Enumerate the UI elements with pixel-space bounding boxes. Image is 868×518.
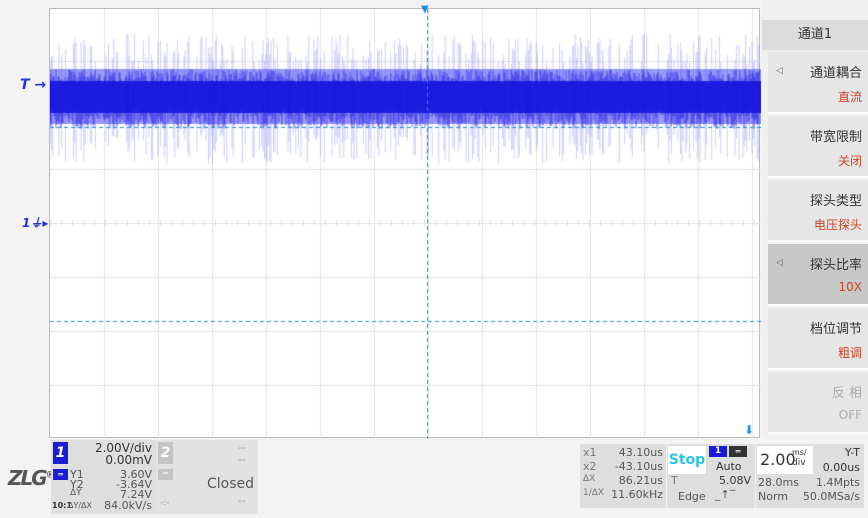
trigger-level-value: 5.08V bbox=[718, 474, 751, 487]
menu-item-3[interactable]: ◁ 探头比率 10X bbox=[768, 244, 868, 306]
time-span: 28.0ms bbox=[758, 476, 799, 489]
waveform-canvas bbox=[50, 9, 761, 439]
timebase-value: 2.00 bbox=[760, 450, 796, 469]
scroll-down-arrow-icon[interactable]: ⬇ bbox=[744, 423, 754, 437]
ch2-offset: -- bbox=[238, 453, 246, 466]
menu-item-label: 探头比率 bbox=[809, 258, 862, 273]
left-arrow-icon: ◁ bbox=[776, 66, 783, 76]
trigger-type: Edge bbox=[678, 490, 706, 503]
x1-label: x1 bbox=[583, 446, 597, 459]
trigger-mode: Auto bbox=[716, 460, 742, 473]
timebase-unit-top: ms/ bbox=[792, 448, 807, 457]
ch2-extra: -- bbox=[238, 494, 246, 507]
trigger-level-marker[interactable]: T → bbox=[20, 77, 46, 93]
menu-item-value: 直流 bbox=[837, 90, 862, 104]
slope-value: 84.0kV/s bbox=[104, 499, 152, 512]
trigger-marker-label: T bbox=[20, 77, 30, 93]
dc-coupling-icon: ═ bbox=[53, 469, 68, 480]
channel1-badge[interactable]: 1 bbox=[53, 442, 68, 464]
menu-item-2[interactable]: 探头类型 电压探头 bbox=[768, 180, 868, 242]
menu-item-label: 带宽限制 bbox=[809, 130, 862, 145]
trigger-position-marker[interactable]: ▼ bbox=[421, 4, 429, 15]
timebase-unit-bottom: div bbox=[792, 458, 806, 468]
trigger-level-label: T bbox=[671, 474, 678, 487]
menu-item-5[interactable]: 反 相 OFF bbox=[768, 372, 868, 434]
menu-item-value: OFF bbox=[838, 408, 862, 422]
menu-item-label: 反 相 bbox=[831, 386, 862, 401]
channel-menu: 通道1 ◁ 通道耦合直流带宽限制关闭探头类型电压探头 ◁ 探头比率 10X 档位调节粗调反… bbox=[762, 0, 868, 438]
inv-dx-label: 1/ΔX bbox=[583, 488, 605, 498]
menu-item-label: 探头类型 bbox=[809, 194, 862, 209]
menu-item-value: 粗调 bbox=[837, 346, 862, 360]
inv-dx-value: 11.60kHz bbox=[611, 488, 663, 501]
dx-label: ΔX bbox=[583, 474, 596, 484]
channel1-marker-label: 1 bbox=[22, 216, 31, 230]
dx-value: 86.21us bbox=[618, 474, 663, 487]
x2-value: -43.10us bbox=[614, 460, 663, 473]
dc-coupling-icon: ═ bbox=[729, 446, 747, 457]
dy-label: ΔY bbox=[70, 488, 82, 498]
status-bar: ZLG® 1 2.00V/div 0.00mV ═ Y1 Y2 ΔY 10:1 … bbox=[0, 440, 868, 518]
menu-item-1[interactable]: 带宽限制关闭 bbox=[768, 116, 868, 178]
run-stop-button[interactable]: Stop bbox=[668, 446, 706, 474]
menu-title: 通道1 bbox=[762, 20, 868, 50]
ch2-extra2: -:- bbox=[160, 498, 170, 508]
ch2-coupling-icon: − bbox=[158, 469, 173, 480]
x1-value: 43.10us bbox=[618, 446, 663, 459]
slope-label: ΔY/ΔX bbox=[68, 501, 93, 510]
menu-item-value: 关闭 bbox=[837, 154, 862, 168]
trigger-source-badge: 1 bbox=[709, 446, 727, 457]
display-mode: Y-T bbox=[844, 446, 860, 459]
rising-edge-icon: _↑‾ bbox=[715, 488, 736, 501]
menu-item-0[interactable]: ◁ 通道耦合直流 bbox=[768, 52, 868, 114]
horizontal-delay: 0.00us bbox=[822, 461, 860, 474]
menu-item-label: 档位调节 bbox=[809, 322, 862, 337]
left-arrow-icon: ◁ bbox=[776, 258, 783, 268]
channel2-badge[interactable]: 2 bbox=[158, 442, 173, 464]
zlg-logo: ZLG® bbox=[8, 466, 55, 490]
menu-item-value: 10X bbox=[838, 280, 863, 294]
menu-item-4[interactable]: 档位调节粗调 bbox=[768, 308, 868, 370]
channel1-ground-marker[interactable]: 1⏚▸ bbox=[22, 214, 48, 231]
memory-depth: 1.4Mpts bbox=[815, 476, 860, 489]
menu-item-value: 电压探头 bbox=[813, 218, 862, 232]
menu-item-label: 通道耦合 bbox=[809, 66, 862, 81]
sample-rate: 50.0MSa/s bbox=[802, 490, 860, 503]
acquisition-mode: Norm bbox=[758, 490, 789, 503]
waveform-display[interactable] bbox=[49, 8, 761, 439]
ch2-status: Closed bbox=[206, 476, 254, 492]
x2-label: x2 bbox=[583, 460, 597, 473]
ch1-offset: 0.00mV bbox=[105, 453, 152, 467]
